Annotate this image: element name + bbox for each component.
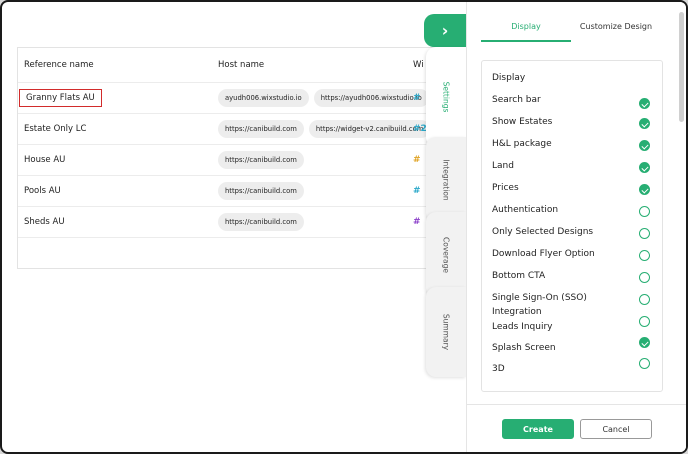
settings-panel: Display Customize Design Display Search … — [466, 2, 686, 452]
table-row[interactable]: Granny Flats AU ayudh006.wixstudio.io ht… — [18, 83, 468, 114]
column-header-host: Host name — [218, 60, 265, 70]
side-tabs: › Settings Integration Coverage Summary — [424, 14, 466, 452]
circle-icon[interactable] — [639, 272, 650, 283]
reference-name[interactable]: Pools AU — [24, 176, 61, 206]
tab-label: Settings — [441, 81, 451, 113]
app-window: Reference name Host name Wi Granny Flats… — [0, 0, 688, 454]
cancel-button[interactable]: Cancel — [580, 419, 652, 439]
option-show-estates: Show Estates — [492, 115, 656, 129]
widget-code: # — [413, 155, 421, 165]
tab-settings[interactable]: Settings — [426, 47, 466, 147]
check-icon[interactable] — [639, 140, 650, 151]
tab-display[interactable]: Display — [481, 16, 571, 42]
circle-icon[interactable] — [639, 316, 650, 327]
host-pill: https://ayudh006.wixstudio.io — [313, 89, 429, 107]
option-sso-integration: Single Sign-On (SSO) Integration — [492, 291, 656, 319]
host-pill: https://canibuild.com — [218, 182, 304, 200]
column-header-widget: Wi — [413, 60, 424, 70]
chevron-right-icon: › — [441, 20, 449, 40]
tab-customize-design[interactable]: Customize Design — [571, 16, 661, 42]
check-icon[interactable] — [639, 98, 650, 109]
check-icon[interactable] — [639, 337, 650, 348]
circle-icon[interactable] — [639, 206, 650, 217]
host-pill: https://canibuild.com — [218, 213, 304, 231]
widget-code: # — [413, 93, 421, 103]
tab-integration[interactable]: Integration — [426, 137, 466, 222]
tab-label: Summary — [441, 313, 451, 351]
option-bottom-cta: Bottom CTA — [492, 269, 656, 283]
check-icon[interactable] — [639, 118, 650, 129]
collapse-panel-button[interactable]: › — [424, 14, 466, 47]
panel-footer: Create Cancel — [467, 404, 686, 452]
option-leads-inquiry: Leads Inquiry — [492, 316, 656, 334]
circle-icon[interactable] — [639, 358, 650, 369]
section-title: Display — [492, 73, 526, 83]
create-button[interactable]: Create — [502, 419, 574, 439]
option-only-selected-designs: Only Selected Designs — [492, 225, 656, 239]
circle-icon[interactable] — [639, 228, 650, 239]
option-download-flyer: Download Flyer Option — [492, 247, 656, 261]
tab-summary[interactable]: Summary — [426, 287, 466, 377]
widget-code: # — [413, 217, 421, 227]
host-pill: https://canibuild.com — [218, 120, 304, 138]
check-icon[interactable] — [639, 162, 650, 173]
option-authentication: Authentication — [492, 203, 656, 217]
option-prices: Prices — [492, 181, 656, 195]
widget-code: # — [413, 186, 421, 196]
circle-icon[interactable] — [639, 250, 650, 261]
reference-name[interactable]: Granny Flats AU — [19, 89, 102, 107]
reference-name[interactable]: House AU — [24, 145, 65, 175]
option-splash-screen: Splash Screen — [492, 337, 656, 355]
check-icon[interactable] — [639, 184, 650, 195]
table-row[interactable]: House AU https://canibuild.com # — [18, 145, 468, 176]
reference-name[interactable]: Sheds AU — [24, 207, 65, 237]
option-hl-package: H&L package — [492, 137, 656, 151]
option-search-bar: Search bar — [492, 93, 656, 109]
tab-label: Coverage — [441, 236, 451, 273]
host-pill: ayudh006.wixstudio.io — [218, 89, 309, 107]
table-row[interactable]: Estate Only LC https://canibuild.com htt… — [18, 114, 468, 145]
panel-tabs: Display Customize Design — [481, 16, 661, 42]
table-row[interactable]: Sheds AU https://canibuild.com # — [18, 207, 468, 238]
display-options: Display Search bar Show Estates H&L pack… — [481, 60, 663, 392]
reference-name[interactable]: Estate Only LC — [24, 114, 86, 144]
table-header: Reference name Host name Wi — [18, 48, 468, 83]
column-header-reference: Reference name — [24, 60, 94, 70]
tab-label: Integration — [441, 158, 451, 201]
table-row[interactable]: Pools AU https://canibuild.com # — [18, 176, 468, 207]
circle-icon[interactable] — [639, 294, 650, 305]
tab-coverage[interactable]: Coverage — [426, 212, 466, 297]
host-pill: https://canibuild.com — [218, 151, 304, 169]
option-land: Land — [492, 159, 656, 173]
panel-scrollbar[interactable] — [679, 12, 684, 122]
option-3d: 3D — [492, 358, 656, 376]
reference-table: Reference name Host name Wi Granny Flats… — [17, 47, 468, 269]
